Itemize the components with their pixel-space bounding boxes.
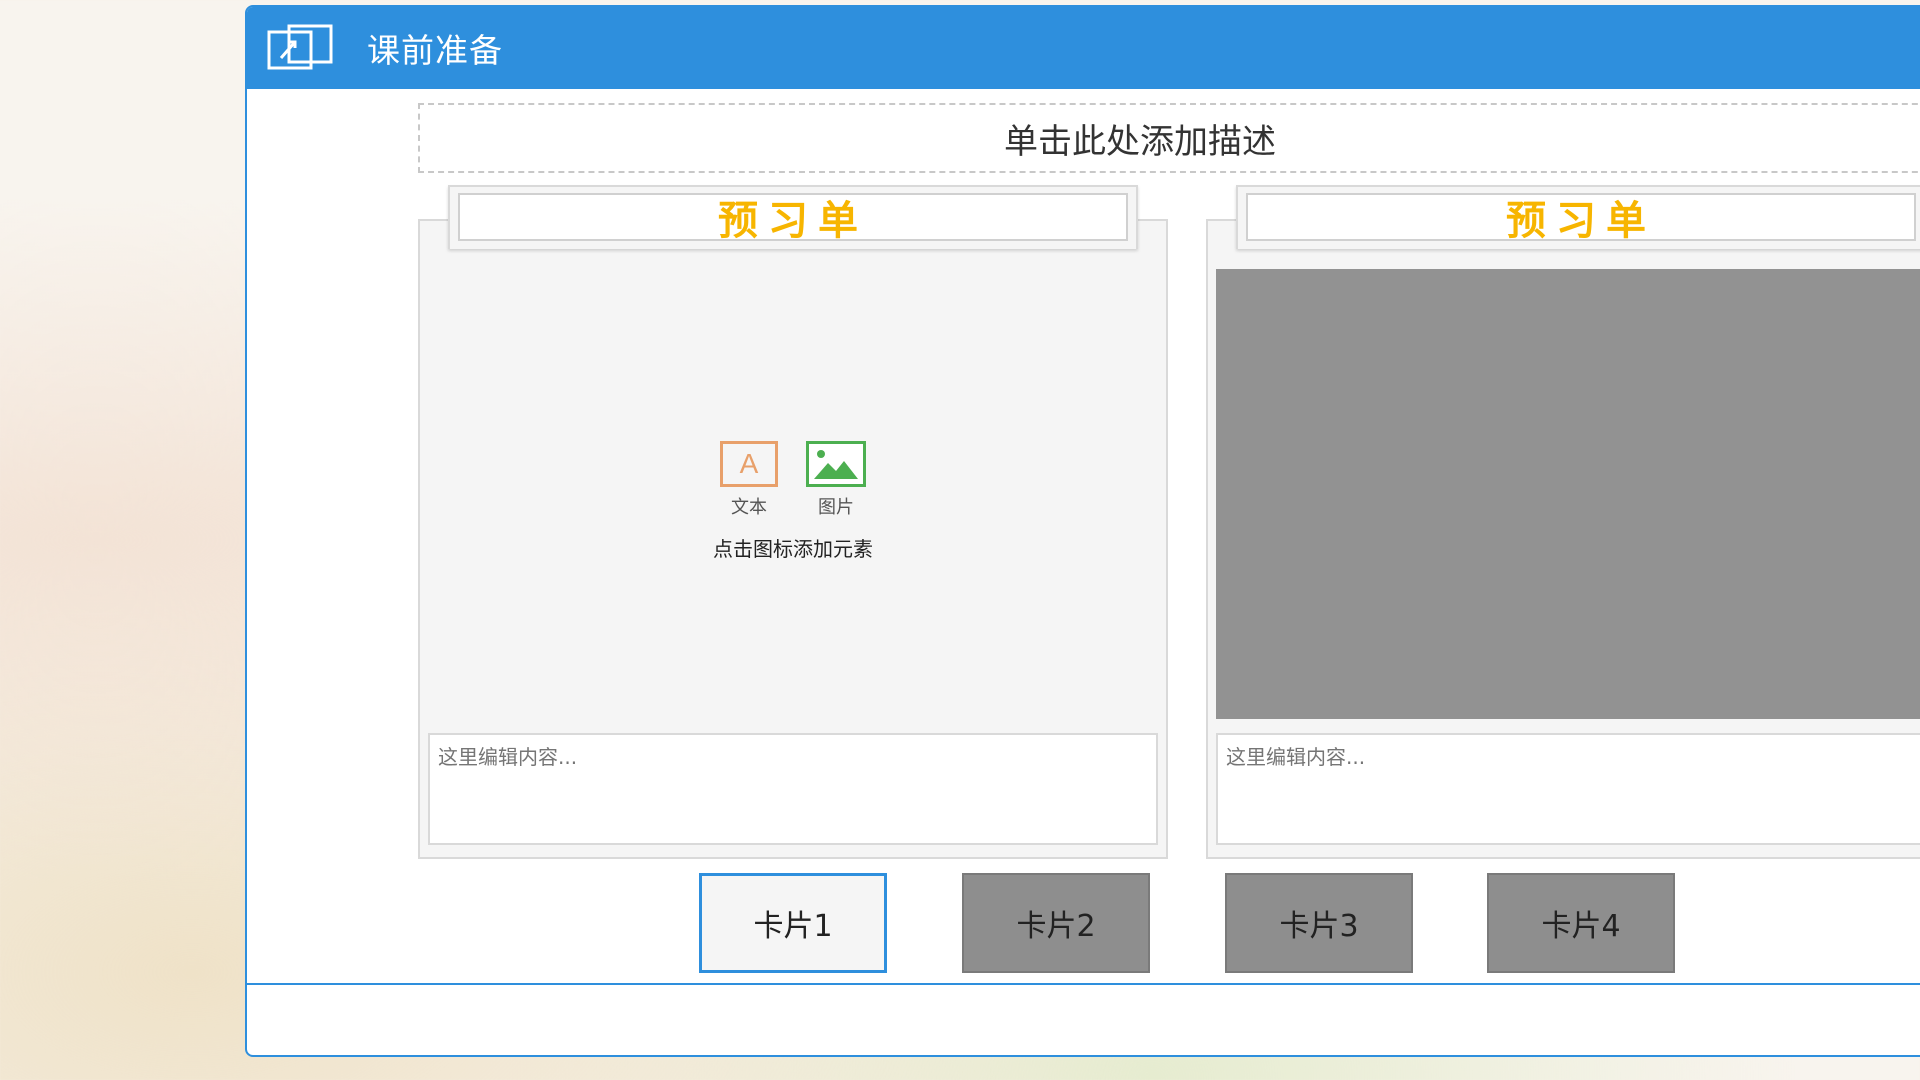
card-tab-4[interactable]: 卡片4 <box>1487 873 1675 973</box>
image-placeholder[interactable] <box>1216 269 1920 719</box>
text-icon[interactable]: A <box>720 441 778 487</box>
card-header-title[interactable]: 预习单 <box>458 193 1128 244</box>
switch-window-icon <box>267 24 333 70</box>
add-image-button[interactable]: 图片 <box>806 441 866 519</box>
card-content-input[interactable] <box>1216 733 1920 845</box>
card-header-tab: 预习单 <box>448 185 1138 249</box>
card-content-input[interactable] <box>428 733 1158 845</box>
card-panel-1: 预习单 A 文本 图片 点击图标添加元素 <box>418 185 1168 859</box>
add-image-label: 图片 <box>818 497 854 518</box>
card-tab-1[interactable]: 卡片1 <box>699 873 887 973</box>
add-element-area: A 文本 图片 点击图标添加元素 <box>420 441 1166 562</box>
add-text-button[interactable]: A 文本 <box>720 441 778 519</box>
card-header-title[interactable]: 预习单 <box>1246 193 1916 244</box>
card-tab-3[interactable]: 卡片3 <box>1225 873 1413 973</box>
card-panel-2: 预习单 <box>1206 185 1920 859</box>
add-text-label: 文本 <box>731 497 767 518</box>
card-tab-2[interactable]: 卡片2 <box>962 873 1150 973</box>
description-input[interactable]: 单击此处添加描述 <box>418 103 1920 173</box>
window-title: 课前准备 <box>367 31 503 70</box>
titlebar: 课前准备 <box>247 7 1920 89</box>
image-icon[interactable] <box>806 441 866 487</box>
course-prep-window: 课前准备 单击此处添加描述 预习单 A 文本 图片 点击图标添加元素 这里编辑内… <box>245 5 1920 1057</box>
add-element-hint: 点击图标添加元素 <box>713 537 873 561</box>
card-header-tab: 预习单 <box>1236 185 1920 249</box>
footer-divider <box>247 983 1920 985</box>
add-element-icons: A 文本 图片 <box>720 441 866 519</box>
